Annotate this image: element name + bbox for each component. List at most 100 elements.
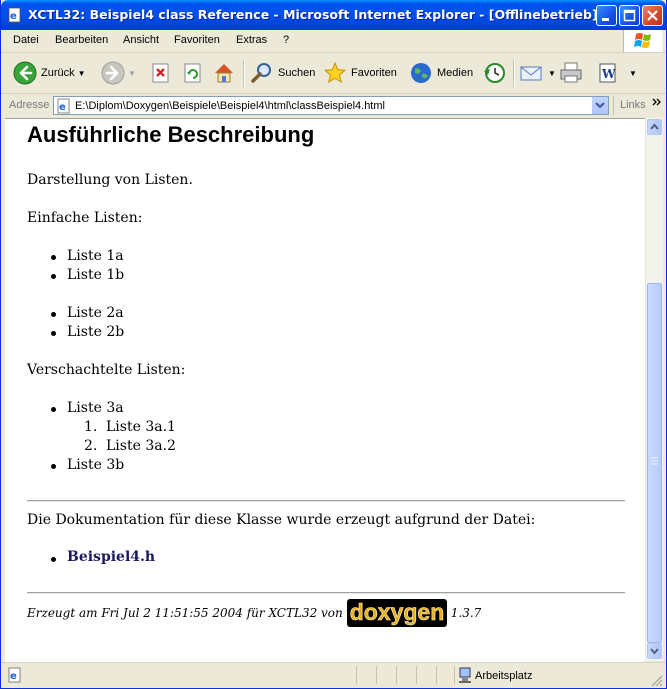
status-cell: [416, 666, 436, 684]
search-button[interactable]: Suchen: [250, 59, 315, 87]
status-cell: [376, 666, 396, 684]
maximize-icon: [623, 9, 636, 22]
status-cell: [356, 666, 376, 684]
list-item: Liste 1a: [67, 248, 124, 264]
forward-dropdown-icon[interactable]: ▼: [128, 69, 136, 78]
back-label: Zurück: [41, 67, 75, 79]
doxygen-logo[interactable]: doxygen: [346, 597, 447, 629]
list-number: 1.: [84, 419, 98, 435]
sublist-item: Liste 3a.1: [106, 419, 176, 435]
mail-icon: [520, 66, 542, 81]
mail-dropdown-icon[interactable]: ▼: [548, 69, 556, 78]
list-item: Liste 3a: [67, 400, 124, 416]
title-bar[interactable]: e XCTL32: Beispiel4 class Reference - Mi…: [1, 0, 666, 30]
address-input[interactable]: e E:\Diplom\Doxygen\Beispiele\Beispiel4\…: [53, 96, 609, 115]
menu-bearbeiten[interactable]: Bearbeiten: [55, 34, 108, 46]
home-icon: [215, 64, 233, 83]
divider: [27, 500, 625, 502]
minimize-icon: [602, 18, 609, 21]
scroll-thumb[interactable]: [647, 283, 662, 643]
address-dropdown-button[interactable]: [591, 97, 608, 114]
address-label: Adresse: [9, 99, 50, 111]
status-cell: [436, 666, 456, 684]
star-icon: [323, 61, 347, 84]
chevron-down-icon: [650, 648, 659, 655]
page-viewport[interactable]: Ausführliche Beschreibung Darstellung vo…: [5, 118, 645, 662]
menu-extras[interactable]: Extras: [236, 34, 267, 46]
address-url: E:\Diplom\Doxygen\Beispiele\Beispiel4\ht…: [75, 100, 385, 112]
svg-text:e: e: [10, 11, 17, 22]
computer-icon: [459, 667, 471, 683]
minimize-button[interactable]: [596, 5, 617, 26]
favorites-label: Favoriten: [351, 67, 397, 79]
links-button[interactable]: Links: [620, 99, 646, 111]
stop-button[interactable]: [150, 59, 172, 87]
media-label: Medien: [437, 67, 474, 79]
grip-icon: [651, 457, 658, 465]
menu-datei[interactable]: Datei: [13, 34, 39, 46]
back-arrow-icon: [13, 61, 37, 85]
nested-lists-title: Verschachtelte Listen:: [27, 362, 186, 378]
chevron-right-icon[interactable]: [651, 97, 663, 109]
refresh-icon: [184, 63, 201, 83]
doc-source-text: Die Dokumentation für diese Klasse wurde…: [27, 512, 536, 528]
bullet: [51, 274, 56, 279]
page-icon: e: [57, 98, 70, 114]
list-item: Liste 3b: [67, 457, 125, 473]
svg-text:e: e: [10, 671, 17, 682]
divider: [27, 592, 625, 594]
menu-ansicht[interactable]: Ansicht: [123, 34, 159, 46]
list-item: Liste 2b: [67, 324, 125, 340]
bullet: [51, 464, 56, 469]
resize-grip-icon[interactable]: [651, 675, 663, 687]
edit-dropdown-icon[interactable]: ▼: [629, 69, 637, 78]
bullet: [51, 407, 56, 412]
toolbar-separator: [243, 59, 245, 87]
footer-version: 1.3.7: [450, 606, 482, 620]
media-globe-icon: [411, 63, 431, 83]
history-icon: [484, 63, 505, 83]
back-button[interactable]: Zurück ▼: [13, 59, 86, 87]
status-cell: [396, 666, 416, 684]
back-dropdown-icon[interactable]: ▼: [78, 69, 86, 78]
printer-icon: [560, 62, 582, 83]
maximize-button[interactable]: [619, 5, 640, 26]
simple-lists-title: Einfache Listen:: [27, 210, 143, 226]
close-button[interactable]: [642, 5, 663, 26]
forward-button[interactable]: ▼: [101, 59, 136, 87]
menu-favoriten[interactable]: Favoriten: [174, 34, 220, 46]
media-button[interactable]: Medien: [409, 59, 473, 87]
mail-button[interactable]: ▼: [519, 59, 556, 87]
list-item: Liste 1b: [67, 267, 125, 283]
page-heading: Ausführliche Beschreibung: [27, 122, 315, 147]
history-button[interactable]: [482, 59, 506, 87]
footer: Erzeugt am Fri Jul 2 11:51:55 2004 für X…: [27, 597, 481, 629]
menu-help[interactable]: ?: [283, 34, 289, 46]
doxygen-logo-text: doxygen: [349, 599, 444, 625]
favorites-button[interactable]: Favoriten: [323, 59, 397, 87]
edit-button[interactable]: W ▼: [597, 59, 637, 87]
chevron-up-icon: [650, 123, 659, 130]
refresh-button[interactable]: [182, 59, 204, 87]
vertical-scrollbar[interactable]: [645, 118, 663, 661]
svg-text:W: W: [601, 67, 616, 81]
search-icon: [251, 63, 271, 83]
scroll-down-button[interactable]: [647, 643, 662, 659]
scroll-up-button[interactable]: [647, 119, 662, 135]
home-button[interactable]: [212, 59, 236, 87]
windows-logo: [623, 30, 662, 52]
file-link[interactable]: Beispiel4.h: [67, 549, 155, 565]
print-button[interactable]: [558, 59, 584, 87]
status-bar: e Arbeitsplatz: [1, 662, 666, 688]
bullet: [51, 312, 56, 317]
toolbar-separator: [513, 59, 515, 87]
address-bar: Adresse e E:\Diplom\Doxygen\Beispiele\Be…: [1, 94, 666, 117]
chevron-down-icon: [595, 102, 605, 109]
forward-arrow-icon: [101, 61, 125, 85]
stop-icon: [152, 63, 169, 83]
close-icon: [647, 10, 658, 21]
intro-text: Darstellung von Listen.: [27, 172, 193, 188]
footer-text: Erzeugt am Fri Jul 2 11:51:55 2004 für X…: [27, 606, 343, 620]
zone-label: Arbeitsplatz: [475, 670, 533, 682]
svg-text:e: e: [59, 102, 66, 113]
